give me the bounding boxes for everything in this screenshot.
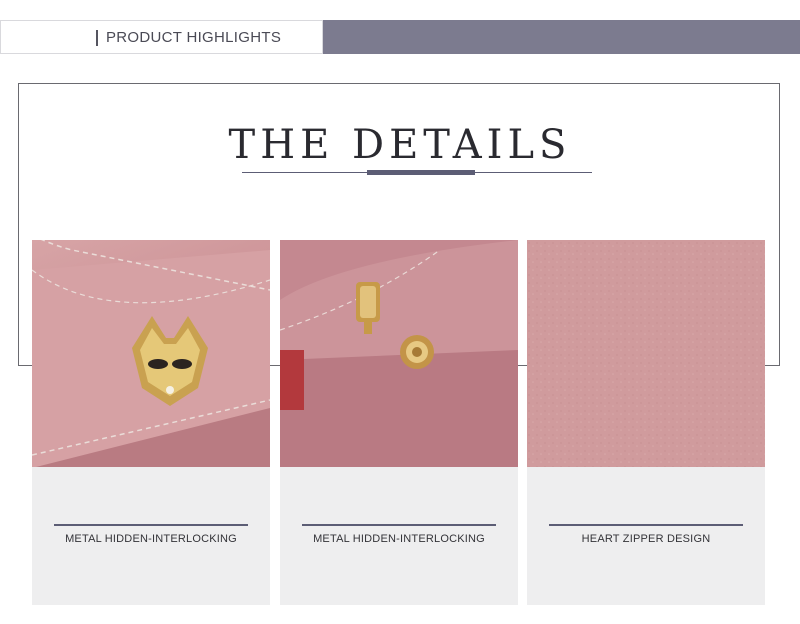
- banner-accent-bar: [323, 20, 800, 54]
- caption-rule: [549, 524, 743, 526]
- banner-divider: [96, 30, 98, 46]
- snap-button-illustration: [280, 240, 518, 467]
- detail-card-fox-clasp: METAL HIDDEN-INTERLOCKING: [32, 240, 270, 605]
- leather-texture-illustration: [527, 240, 765, 467]
- section-heading: PRODUCT HIGHLIGHTS: [106, 29, 282, 46]
- caption-panel: METAL HIDDEN-INTERLOCKING: [32, 467, 270, 605]
- caption-panel: HEART ZIPPER DESIGN: [527, 467, 765, 605]
- detail-card-heart-zipper: HEART ZIPPER DESIGN: [527, 240, 765, 605]
- caption-panel: METAL HIDDEN-INTERLOCKING: [280, 467, 518, 605]
- caption-text: METAL HIDDEN-INTERLOCKING: [313, 533, 485, 545]
- fox-clasp-illustration: [32, 240, 270, 467]
- caption-text: HEART ZIPPER DESIGN: [581, 533, 711, 545]
- caption-rule: [54, 524, 248, 526]
- detail-card-snap-button: METAL HIDDEN-INTERLOCKING: [280, 240, 518, 605]
- title-underline-accent: [367, 170, 475, 175]
- page-title: THE DETAILS: [228, 122, 572, 168]
- fox-clasp-photo: [32, 240, 270, 467]
- snap-button-photo: [280, 240, 518, 467]
- caption-rule: [302, 524, 496, 526]
- leather-texture-photo: [527, 240, 765, 467]
- caption-text: METAL HIDDEN-INTERLOCKING: [65, 533, 237, 545]
